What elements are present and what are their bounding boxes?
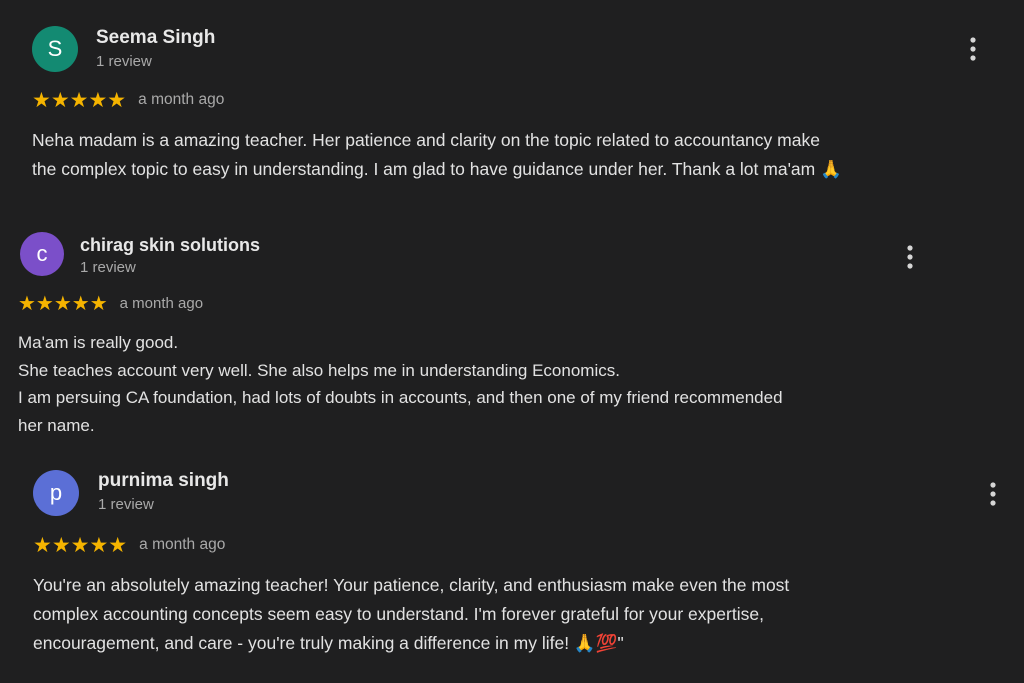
review-text-line: You're an absolutely amazing teacher! Yo… [33,575,790,595]
review-count: 1 review [96,53,152,70]
review-text-line: the complex topic to easy in understandi… [32,159,842,179]
more-vertical-icon[interactable] [900,244,920,270]
review-text-line: her name. [18,415,95,435]
more-vertical-icon[interactable] [963,36,983,62]
avatar-initial: p [49,480,63,505]
reviewer-name[interactable]: purnima singh [98,470,229,492]
reviews-page: S Seema Singh 1 review ★★★★★ a month ago… [0,0,1024,683]
rating-row: ★★★★★ a month ago [33,533,1013,557]
review-time: a month ago [139,536,226,553]
review-text-line: Neha madam is a amazing teacher. Her pat… [32,130,820,150]
review-text: Neha madam is a amazing teacher. Her pat… [32,126,1012,184]
review-card: p purnima singh 1 review ★★★★★ a month a… [33,468,1013,658]
rating-row: ★★★★★ a month ago [32,88,1012,112]
review-header: S Seema Singh 1 review [32,26,1012,82]
avatar[interactable]: c [20,232,64,276]
review-text-line: She teaches account very well. She also … [18,360,620,380]
avatar-initial: c [36,241,48,266]
review-count: 1 review [98,496,154,513]
review-text: Ma'am is really good. She teaches accoun… [18,329,1008,439]
review-card: S Seema Singh 1 review ★★★★★ a month ago… [32,26,1012,184]
more-vertical-icon[interactable] [983,481,1003,507]
review-text-line: complex accounting concepts seem easy to… [33,604,764,624]
avatar-initial: S [47,36,63,61]
review-text-line: encouragement, and care - you're truly m… [33,633,624,653]
avatar[interactable]: p [33,470,79,516]
review-count: 1 review [80,259,136,276]
rating-row: ★★★★★ a month ago [18,291,1008,315]
avatar[interactable]: S [32,26,78,72]
review-card: c chirag skin solutions 1 review ★★★★★ a… [18,232,1008,439]
star-rating: ★★★★★ [32,88,127,112]
star-rating: ★★★★★ [18,291,108,315]
review-header: p purnima singh 1 review [33,468,1013,524]
review-header: c chirag skin solutions 1 review [18,232,1008,288]
review-time: a month ago [119,294,204,312]
reviewer-name[interactable]: chirag skin solutions [80,235,260,256]
review-text-line: Ma'am is really good. [18,333,179,352]
review-text: You're an absolutely amazing teacher! Yo… [33,571,1013,658]
review-text-line: I am persuing CA foundation, had lots of… [18,388,783,407]
review-time: a month ago [138,91,225,108]
star-rating: ★★★★★ [33,533,128,557]
reviewer-name[interactable]: Seema Singh [96,27,215,49]
